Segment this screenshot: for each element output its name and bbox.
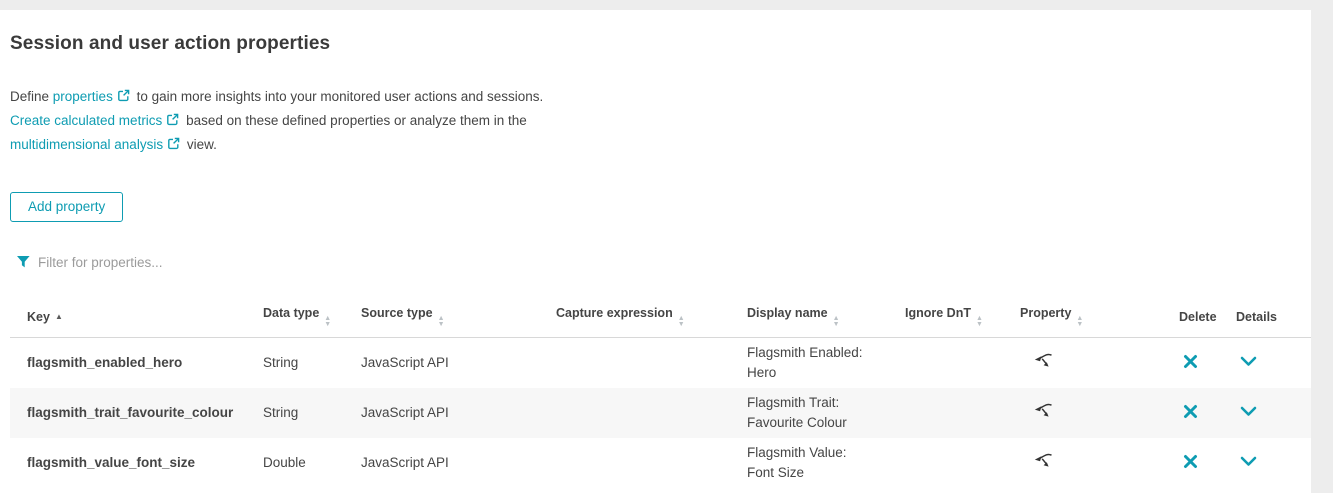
property-source-type: JavaScript API — [361, 438, 556, 488]
details-toggle-button[interactable] — [1236, 454, 1261, 469]
column-header-data-type[interactable]: Data type▲▼ — [263, 297, 361, 338]
table-row: flagsmith_value_font_size Double JavaScr… — [10, 438, 1311, 488]
user-action-property-icon — [1034, 352, 1053, 369]
property-data-type: String — [263, 338, 361, 389]
filter-funnel-icon — [17, 256, 30, 268]
property-type-cell — [1020, 388, 1179, 438]
property-type-cell — [1020, 338, 1179, 389]
property-ignore-dnt — [905, 338, 1020, 389]
intro-text: to gain more insights into your monitore… — [133, 89, 543, 104]
property-data-type: Double — [263, 438, 361, 488]
table-header-row: Key▲ Data type▲▼ Source type▲▼ Capture e… — [10, 297, 1311, 338]
property-source-type: JavaScript API — [361, 388, 556, 438]
sort-icon: ▲▼ — [976, 316, 983, 327]
intro-text: based on these defined properties or ana… — [182, 113, 526, 128]
delete-x-icon — [1183, 454, 1198, 469]
property-data-type: String — [263, 388, 361, 438]
property-details-cell — [1236, 388, 1311, 438]
external-link-icon — [167, 134, 180, 157]
user-action-property-icon — [1034, 452, 1053, 469]
column-header-capture-expression[interactable]: Capture expression▲▼ — [556, 297, 747, 338]
property-display-name: Flagsmith Enabled:Hero — [747, 338, 905, 389]
details-toggle-button[interactable] — [1236, 404, 1261, 419]
add-property-button[interactable]: Add property — [10, 192, 123, 222]
property-delete-cell — [1179, 438, 1236, 488]
column-header-delete: Delete — [1179, 297, 1236, 338]
table-row: flagsmith_trait_favourite_colour String … — [10, 388, 1311, 438]
sort-icon: ▲▼ — [438, 316, 445, 327]
chevron-down-icon — [1240, 456, 1257, 467]
property-delete-cell — [1179, 338, 1236, 389]
settings-panel: Session and user action properties Defin… — [0, 10, 1311, 493]
details-toggle-button[interactable] — [1236, 354, 1261, 369]
calculated-metrics-link[interactable]: Create calculated metrics — [10, 113, 162, 128]
property-type-cell — [1020, 438, 1179, 488]
column-header-source-type[interactable]: Source type▲▼ — [361, 297, 556, 338]
properties-table: Key▲ Data type▲▼ Source type▲▼ Capture e… — [10, 297, 1311, 488]
page-top-gutter — [0, 0, 1333, 10]
table-row: flagsmith_enabled_hero String JavaScript… — [10, 338, 1311, 389]
intro-text: Define — [10, 89, 53, 104]
user-action-property-icon — [1034, 402, 1053, 419]
property-display-name: Flagsmith Value:Font Size — [747, 438, 905, 488]
delete-x-icon — [1183, 354, 1198, 369]
chevron-down-icon — [1240, 406, 1257, 417]
property-source-type: JavaScript API — [361, 338, 556, 389]
property-display-name: Flagsmith Trait:Favourite Colour — [747, 388, 905, 438]
property-delete-cell — [1179, 388, 1236, 438]
column-header-display-name[interactable]: Display name▲▼ — [747, 297, 905, 338]
delete-x-icon — [1183, 404, 1198, 419]
column-header-details: Details — [1236, 297, 1311, 338]
property-ignore-dnt — [905, 438, 1020, 488]
delete-property-button[interactable] — [1179, 352, 1202, 371]
external-link-icon — [166, 110, 179, 133]
delete-property-button[interactable] — [1179, 452, 1202, 471]
column-header-key[interactable]: Key▲ — [10, 297, 263, 338]
property-key: flagsmith_value_font_size — [10, 438, 263, 488]
filter-bar — [17, 253, 1311, 271]
property-capture-expression — [556, 388, 747, 438]
property-key: flagsmith_enabled_hero — [10, 338, 263, 389]
intro-paragraph: Define properties to gain more insights … — [10, 85, 1311, 157]
external-link-icon — [117, 86, 130, 109]
sort-icon: ▲▼ — [678, 316, 685, 327]
sort-ascending-icon: ▲ — [55, 312, 63, 321]
chevron-down-icon — [1240, 356, 1257, 367]
column-header-ignore-dnt[interactable]: Ignore DnT▲▼ — [905, 297, 1020, 338]
sort-icon: ▲▼ — [1076, 316, 1083, 327]
column-header-property[interactable]: Property▲▼ — [1020, 297, 1179, 338]
page-right-gutter — [1311, 0, 1333, 493]
delete-property-button[interactable] — [1179, 402, 1202, 421]
page-title: Session and user action properties — [10, 10, 1311, 55]
multidimensional-analysis-link[interactable]: multidimensional analysis — [10, 137, 163, 152]
sort-icon: ▲▼ — [324, 316, 331, 327]
property-details-cell — [1236, 438, 1311, 488]
property-capture-expression — [556, 338, 747, 389]
property-capture-expression — [556, 438, 747, 488]
property-key: flagsmith_trait_favourite_colour — [10, 388, 263, 438]
property-ignore-dnt — [905, 388, 1020, 438]
property-details-cell — [1236, 338, 1311, 389]
filter-properties-input[interactable] — [38, 255, 458, 270]
sort-icon: ▲▼ — [833, 316, 840, 327]
intro-text: view. — [183, 137, 217, 152]
properties-link[interactable]: properties — [53, 89, 113, 104]
